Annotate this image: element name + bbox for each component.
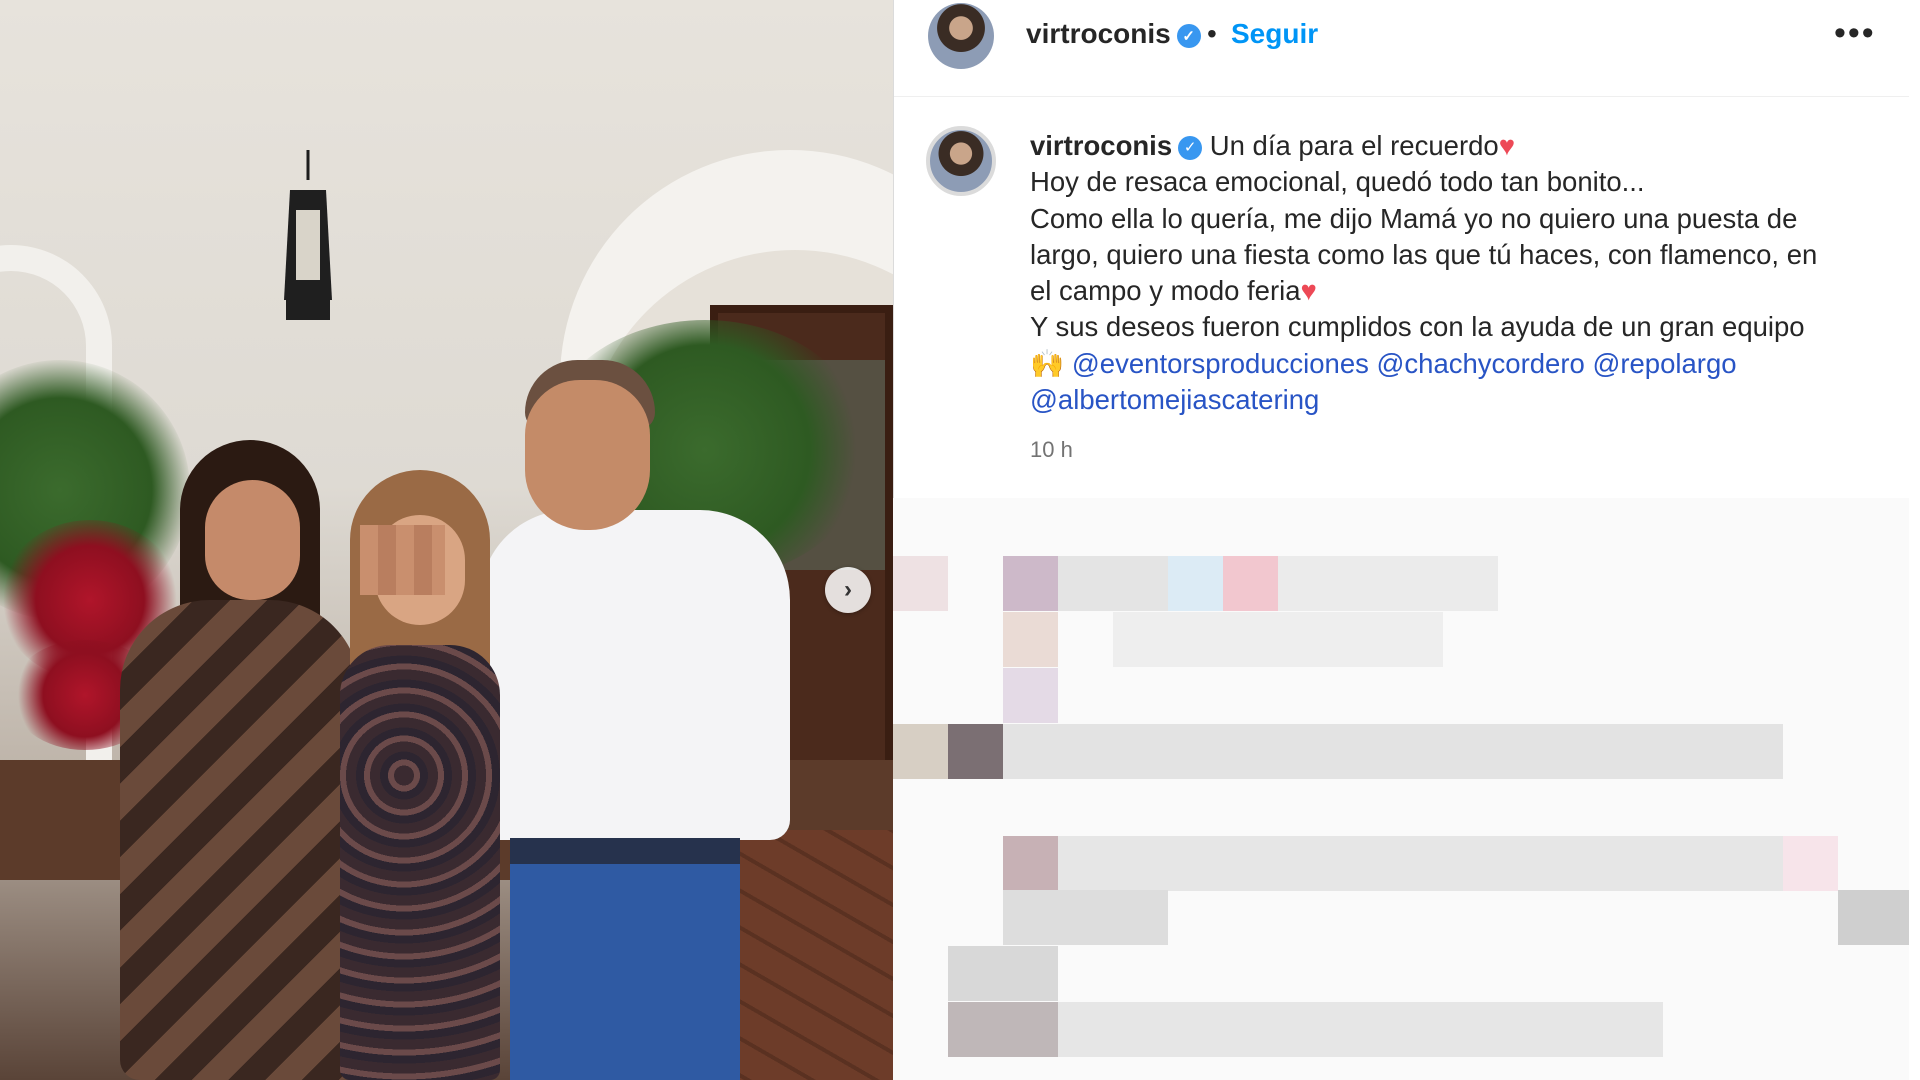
caption-text: largo, quiero una fiesta como las que tú… [1030,238,1818,270]
mention-link[interactable]: @chachycordero [1377,348,1585,379]
post-timestamp[interactable]: 10 h [1030,437,1073,463]
post-caption: virtroconis ✓ Un día para el recuerdo♥ Ho… [1030,128,1880,418]
raised-hands-emoji-icon: 🙌 [1030,347,1065,379]
mention-link[interactable]: @repolargo [1592,348,1736,379]
post-photo[interactable]: › [0,0,893,1080]
scrollbar[interactable] [1909,0,1920,1080]
separator-dot: • [1207,18,1217,49]
username-link[interactable]: virtroconis ✓ [1026,18,1201,50]
caption-text: Un día para el recuerdo [1209,130,1499,161]
chevron-right-icon: › [844,576,852,603]
more-options-icon[interactable]: ••• [1834,14,1876,53]
heart-emoji-icon: ♥ [1498,130,1516,161]
caption-username[interactable]: virtroconis [1030,130,1172,161]
mention-link[interactable]: @eventorsproducciones [1072,348,1369,379]
caption-text: Como ella lo quería, me dijo Mamá yo no … [1030,202,1798,234]
heart-emoji-icon: ♥ [1300,275,1317,307]
avatar[interactable] [928,3,994,69]
verified-badge-icon: ✓ [1176,23,1201,48]
follow-button[interactable]: Seguir [1231,18,1318,50]
girl [320,470,520,1080]
caption-text: Hoy de resaca emocional, quedó todo tan … [1030,166,1645,198]
lantern [284,150,332,320]
caption-text: el campo y modo feria [1030,275,1301,307]
mention-link[interactable]: @albertomejiascatering [1030,384,1319,415]
caption-text: Y sus deseos fueron cumplidos con la ayu… [1030,311,1805,343]
face-blur [360,525,445,595]
caption-avatar[interactable] [926,126,996,196]
post-header: virtroconis ✓ • Seguir ••• [894,0,1910,97]
verified-badge-icon: ✓ [1178,135,1203,160]
carousel-next-button[interactable]: › [825,567,871,613]
comments-redacted [893,498,1909,1080]
